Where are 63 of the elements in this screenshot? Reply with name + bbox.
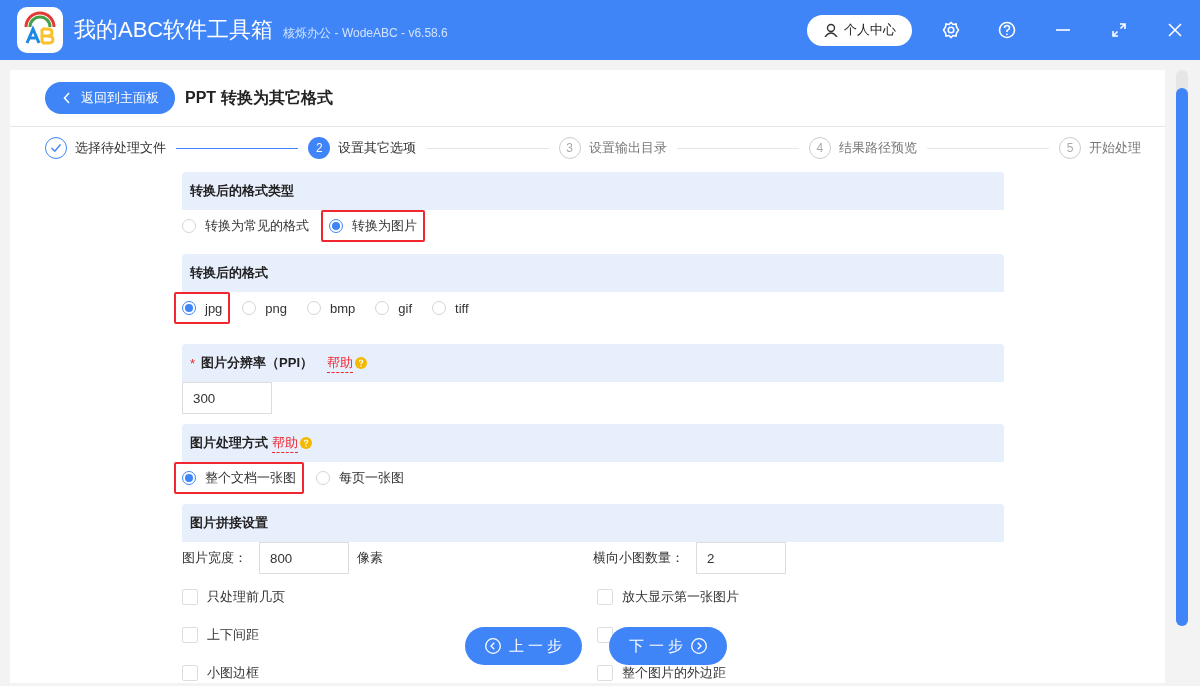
settings-icon[interactable] [942, 21, 960, 39]
checkbox[interactable] [597, 589, 613, 605]
section-title: 转换后的格式 [190, 264, 268, 282]
required-mark: * [190, 355, 196, 371]
help-icon[interactable] [300, 437, 312, 449]
section-title: 图片拼接设置 [190, 514, 268, 532]
step-label: 选择待处理文件 [75, 139, 166, 157]
section-title: 转换后的格式类型 [190, 182, 294, 200]
step-label: 开始处理 [1089, 139, 1141, 157]
section-title: 图片处理方式 [190, 434, 268, 452]
ppi-input[interactable]: 300 [182, 382, 272, 414]
checkbox[interactable] [182, 665, 198, 681]
radio-button[interactable] [182, 471, 196, 485]
radio-button[interactable] [182, 301, 196, 315]
help-link[interactable]: 帮助 [327, 353, 354, 373]
app-logo [17, 7, 63, 53]
app-subtitle: 核烁办公 - WodeABC - v6.58.6 [283, 24, 448, 42]
field-label: 图片宽度： [182, 549, 247, 567]
option-label: 整个文档一张图 [205, 469, 296, 487]
close-icon[interactable] [1166, 21, 1184, 39]
user-center-button[interactable]: 个人中心 [807, 14, 912, 46]
scrollbar[interactable] [1176, 70, 1188, 626]
help-link[interactable]: 帮助 [272, 433, 298, 453]
option-label: bmp [330, 300, 356, 316]
option-label: gif [398, 300, 413, 316]
checkbox[interactable] [597, 665, 613, 681]
section-title: 图片分辨率（PPI） [201, 354, 314, 372]
page-title: PPT 转换为其它格式 [185, 87, 333, 108]
user-icon [824, 23, 838, 37]
chevron-left-icon [63, 92, 71, 104]
option-label: jpg [205, 300, 223, 316]
check-circle-icon [45, 137, 67, 159]
step-label: 结果路径预览 [838, 139, 917, 157]
checkbox-label: 小图边框 [207, 664, 259, 682]
next-button[interactable]: 下 一 步 [609, 627, 727, 665]
checkbox-label: 整个图片的外边距 [622, 664, 726, 682]
step-number: 2 [308, 137, 331, 159]
radio-button[interactable] [329, 219, 343, 233]
checkbox-label: 放大显示第一张图片 [622, 588, 739, 606]
field-label: 横向小图数量： [593, 549, 684, 567]
help-icon[interactable] [355, 357, 368, 369]
help-icon[interactable] [998, 21, 1016, 39]
checkbox-label: 只处理前几页 [207, 588, 285, 606]
app-title: 我的ABC软件工具箱 [74, 16, 274, 44]
option-label: 每页一张图 [339, 469, 404, 487]
option-label: tiff [455, 300, 469, 316]
chevron-right-circle-icon [690, 638, 707, 654]
maximize-icon[interactable] [1110, 21, 1128, 39]
chevron-left-circle-icon [485, 638, 501, 654]
checkbox[interactable] [597, 627, 613, 643]
option-label: 转换为图片 [352, 217, 417, 235]
checkbox[interactable] [182, 589, 198, 605]
step-label: 设置输出目录 [588, 139, 667, 157]
number-input[interactable]: 2 [696, 542, 786, 574]
previous-button[interactable]: 上 一 步 [465, 627, 583, 665]
back-button[interactable]: 返回到主面板 [45, 82, 175, 114]
checkbox-label: 上下间距 [207, 626, 259, 644]
option-label: png [265, 300, 288, 316]
number-input[interactable]: 800 [259, 542, 349, 574]
checkbox[interactable] [182, 627, 198, 643]
unit-label: 像素 [357, 549, 383, 567]
step-label: 设置其它选项 [338, 139, 417, 157]
option-label: 转换为常见的格式 [205, 217, 309, 235]
